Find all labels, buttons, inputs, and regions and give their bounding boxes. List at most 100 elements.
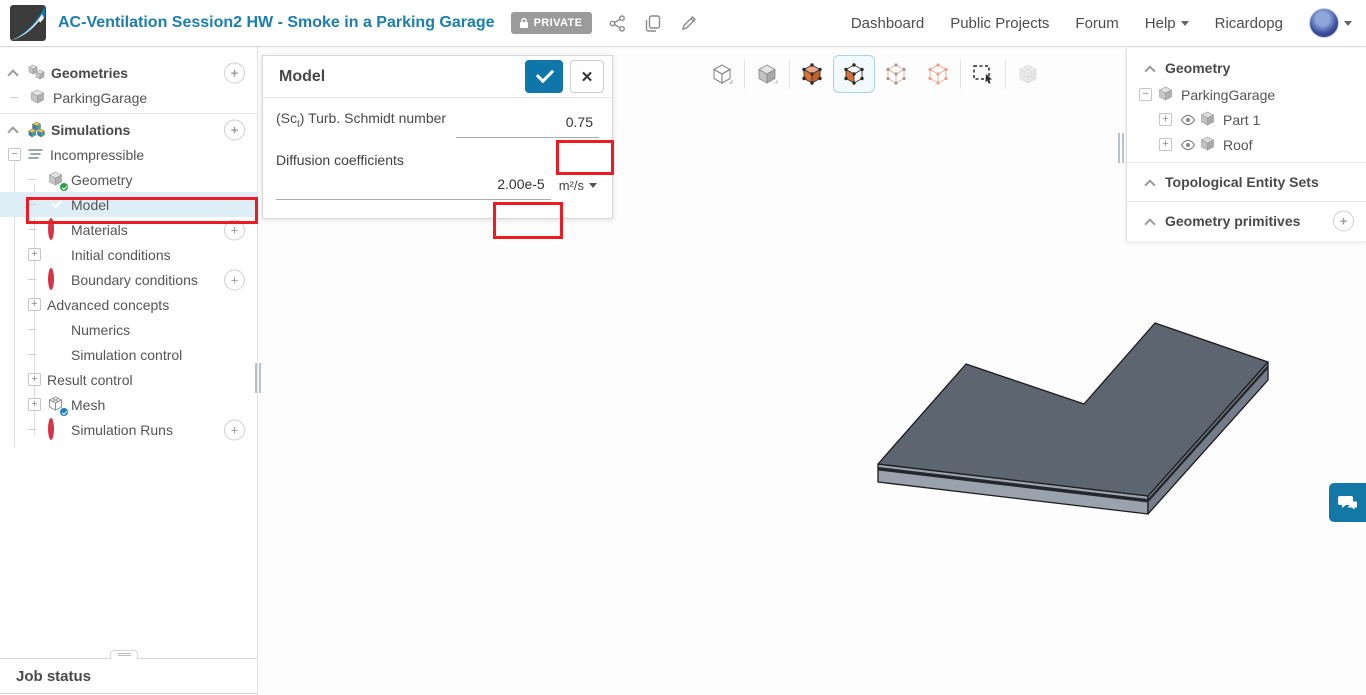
sidebar-item-advanced-concepts[interactable]: Advanced concepts (0, 292, 257, 317)
view-wireframe-icon[interactable] (701, 55, 743, 93)
geometry-tree-part1[interactable]: Part 1 (1127, 107, 1366, 132)
top-header: AC-Ventilation Session2 HW - Smoke in a … (0, 0, 1366, 47)
copy-project-icon[interactable] (642, 12, 664, 34)
toolbar-separator (1005, 59, 1006, 89)
job-status-bar[interactable]: Job status (0, 650, 257, 694)
diffusion-coefficient-input[interactable]: 2.00e-5 (276, 170, 551, 200)
nav-public-projects[interactable]: Public Projects (950, 15, 1049, 32)
expand-icon[interactable] (28, 248, 41, 261)
geometry-cube-icon (30, 89, 47, 106)
unit-dropdown-caret-icon (589, 183, 597, 188)
tree-dash (28, 229, 36, 230)
sidebar-item-model[interactable]: Model (0, 192, 257, 217)
viewer-toolbar (701, 55, 1049, 93)
tree-dash (28, 279, 36, 280)
expand-icon[interactable] (28, 298, 41, 311)
check-badge-icon (59, 182, 69, 192)
schmidt-number-input[interactable]: 0.75 (456, 110, 599, 138)
sidebar-item-materials[interactable]: Materials + (0, 217, 257, 242)
incomplete-circle-icon (48, 218, 65, 240)
sidebar-item-simulations[interactable]: Simulations + (0, 117, 257, 142)
vertices-faded-icon[interactable] (875, 55, 917, 93)
geometry-section-header[interactable]: Geometry (1127, 54, 1366, 82)
topological-entity-sets-header[interactable]: Topological Entity Sets (1127, 168, 1366, 196)
add-simulation-button[interactable]: + (224, 119, 245, 140)
sidebar-item-mesh[interactable]: Mesh (0, 392, 257, 417)
collapse-chevron-icon[interactable] (1145, 64, 1159, 73)
avatar[interactable] (1309, 8, 1339, 38)
model-panel-header: Model ✕ (263, 56, 612, 98)
confirm-button[interactable] (525, 60, 563, 93)
geometry-checked-icon (48, 171, 69, 192)
geometry-panel: Geometry ParkingGarage (1126, 48, 1366, 241)
visibility-eye-icon[interactable] (1180, 137, 1196, 153)
collapse-icon[interactable] (1139, 88, 1152, 101)
edges-faded-icon[interactable] (917, 55, 959, 93)
right-panel-resize-handle[interactable] (1118, 133, 1125, 163)
geometry-primitives-header[interactable]: Geometry primitives + (1127, 207, 1366, 235)
app-logo[interactable] (10, 5, 46, 41)
view-solid-icon[interactable] (746, 55, 788, 93)
tree-dash (28, 204, 36, 205)
sidebar-item-numerics[interactable]: Numerics (0, 317, 257, 342)
nav-dashboard[interactable]: Dashboard (851, 15, 924, 32)
sidebar-item-parkinggarage[interactable]: ParkingGarage (0, 85, 257, 110)
add-boundary-condition-button[interactable]: + (224, 269, 245, 290)
lock-icon (519, 17, 528, 28)
user-menu[interactable] (1309, 8, 1352, 38)
edit-title-icon[interactable] (678, 12, 700, 34)
divider (1127, 201, 1366, 202)
add-geometry-primitive-button[interactable]: + (1333, 210, 1354, 232)
model-panel-body: (Sct) Turb. Schmidt number 0.75 Diffusio… (263, 98, 614, 239)
unit-selector[interactable]: m²/s (551, 178, 599, 200)
sidebar-item-simulation-control[interactable]: Simulation control (0, 342, 257, 367)
sidebar-item-result-control[interactable]: Result control (0, 367, 257, 392)
expand-icon[interactable] (1159, 138, 1172, 151)
add-geometry-button[interactable]: + (224, 62, 245, 83)
faces-visible-icon[interactable] (833, 55, 875, 93)
add-simulation-run-button[interactable]: + (224, 419, 245, 440)
nav-help[interactable]: Help (1145, 15, 1189, 32)
job-status-drag-handle[interactable] (110, 650, 138, 659)
sidebar-item-incompressible[interactable]: Incompressible (0, 142, 257, 167)
collapse-chevron-icon[interactable] (8, 68, 22, 77)
sidebar-item-initial-conditions[interactable]: Initial conditions (0, 242, 257, 267)
incompressible-icon (27, 146, 44, 163)
expand-icon[interactable] (28, 398, 41, 411)
geometry-tree-roof[interactable]: Roof (1127, 132, 1366, 157)
sidebar-item-boundary-conditions[interactable]: Boundary conditions + (0, 267, 257, 292)
sidebar-item-simulation-runs[interactable]: Simulation Runs + (0, 417, 257, 442)
expand-icon[interactable] (28, 373, 41, 386)
share-icon[interactable] (606, 12, 628, 34)
collapse-chevron-icon[interactable] (8, 125, 22, 134)
chevron-down-icon (1344, 20, 1352, 26)
collapse-chevron-icon[interactable] (1145, 178, 1159, 187)
parking-garage-model[interactable] (858, 306, 1278, 521)
simulation-tree: Geometries + ParkingGarage Simulations +… (0, 47, 257, 447)
nav-forum[interactable]: Forum (1075, 15, 1118, 32)
incomplete-circle-icon (48, 268, 65, 290)
check-circle-icon (48, 196, 65, 213)
sidebar-item-geometries[interactable]: Geometries + (0, 60, 257, 85)
divider (0, 113, 257, 114)
box-select-icon[interactable] (962, 55, 1004, 93)
expand-icon[interactable] (1159, 113, 1172, 126)
chat-bubbles-icon (1337, 495, 1358, 511)
support-chat-button[interactable] (1329, 483, 1366, 522)
collapse-chevron-icon[interactable] (1145, 217, 1159, 226)
add-material-button[interactable]: + (224, 219, 245, 240)
cancel-button[interactable]: ✕ (570, 60, 604, 93)
toolbar-separator (744, 59, 745, 89)
sidebar-item-geometry[interactable]: Geometry (0, 167, 257, 192)
toolbar-separator (960, 59, 961, 89)
left-panel-resize-handle[interactable] (255, 363, 262, 393)
tree-dash (10, 97, 18, 98)
nav-username[interactable]: Ricardopg (1215, 15, 1283, 32)
incomplete-circle-icon (48, 418, 65, 440)
faces-hidden-icon[interactable] (791, 55, 833, 93)
collapse-icon[interactable] (8, 148, 21, 161)
visibility-eye-icon[interactable] (1180, 112, 1196, 128)
model-settings-panel: Model ✕ (Sct) Turb. Schmidt number 0.75 … (262, 55, 614, 239)
geometry-tree-parkinggarage[interactable]: ParkingGarage (1127, 82, 1366, 107)
solid-part-icon (1200, 136, 1217, 153)
